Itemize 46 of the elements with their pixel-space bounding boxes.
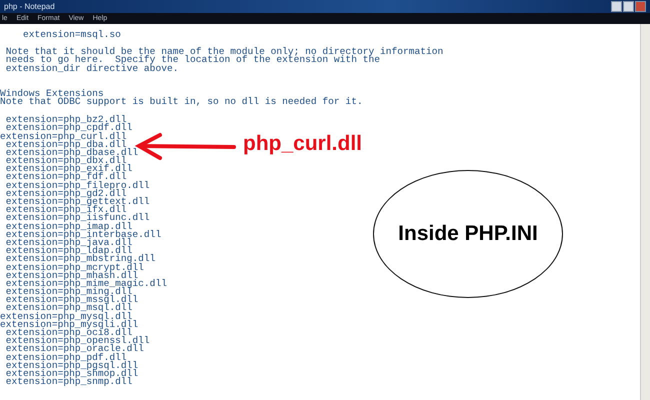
code-line: extension=php_imap.dll <box>4 222 132 231</box>
code-line: extension=php_curl.dll <box>0 132 127 141</box>
code-line: extension=php_dbx.dll <box>4 157 127 166</box>
code-line: extension=php_dbase.dll <box>4 148 138 158</box>
minimize-button[interactable] <box>611 1 622 12</box>
code-line: extension=php_bz2.dll <box>4 116 127 124</box>
code-line: extension=php_mysqli.dll <box>0 320 138 329</box>
annotation-label: Inside PHP.INI <box>398 222 538 246</box>
code-line: needs to go here. Specify the location of the extension with the <box>4 56 380 65</box>
code-line: extension=php_iisfunc.dll <box>4 214 150 223</box>
code-line: extension=php_dba.dll <box>6 140 127 149</box>
code-line: extension=msql.so <box>22 31 121 40</box>
code-line: extension=php_oci8.dll <box>6 329 132 338</box>
code-line: extension=php_ming.dll <box>4 288 132 296</box>
maximize-button[interactable] <box>623 1 634 12</box>
code-line: extension=php_ifx.dll <box>4 206 127 214</box>
code-line: extension=php_mhash.dll <box>4 272 138 280</box>
code-line: Note that it should be the name of the module only; no directory information <box>4 48 444 56</box>
code-line: extension=php_filepro.dll <box>4 182 150 190</box>
scrollbar[interactable] <box>640 24 650 400</box>
code-line: extension=php_mcrypt.dll <box>4 264 144 272</box>
code-line: Windows Extensions <box>0 90 104 98</box>
code-line: extension=php_mime_magic.dll <box>4 280 167 288</box>
code-line: extension=php_fdf.dll <box>4 173 127 182</box>
code-line: extension=php_shmop.dll <box>4 370 138 378</box>
code-line: Note that ODBC support is built in, so no dll is needed for it. <box>0 98 363 106</box>
code-line: extension=php_mssql.dll <box>4 296 138 304</box>
code-line: extension=php_interbase.dll <box>4 230 162 239</box>
window-title: php - Notepad <box>4 2 55 11</box>
close-button[interactable] <box>635 1 646 12</box>
code-line: extension=php_pgsql.dll <box>4 362 138 370</box>
code-line: extension=php_cpdf.dll <box>6 124 132 132</box>
code-line: extension=php_gd2.dll <box>4 190 127 198</box>
code-line: extension=php_snmp.dll <box>4 378 132 386</box>
code-line: extension=php_msql.dll <box>6 304 132 313</box>
code-line: extension=php_pdf.dll <box>4 354 127 362</box>
code-line: extension=php_exif.dll <box>4 165 132 174</box>
code-line: extension_dir directive above. <box>4 64 178 73</box>
annotation-label: php_curl.dll <box>243 132 362 156</box>
code-line: extension=php_oracle.dll <box>4 345 144 354</box>
code-line: extension=php_openssl.dll <box>4 337 150 346</box>
code-line: extension=php_ldap.dll <box>4 247 132 256</box>
code-line: extension=php_mysql.dll <box>0 312 132 321</box>
code-line: extension=php_mbstring.dll <box>4 255 156 264</box>
code-line: extension=php_gettext.dll <box>4 198 150 206</box>
code-line: extension=php_java.dll <box>4 238 132 248</box>
